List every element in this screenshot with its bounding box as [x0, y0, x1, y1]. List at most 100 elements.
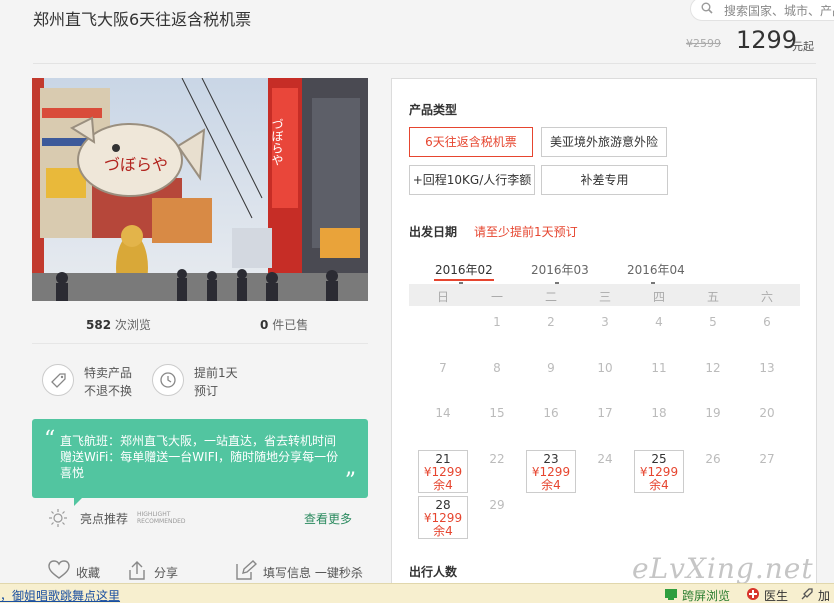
views-label: 次浏览 [114, 318, 151, 332]
calendar-day: 15 [489, 406, 505, 420]
svg-text:づぼらや: づぼらや [270, 118, 284, 166]
search-icon [701, 2, 713, 14]
weekday-label: 四 [652, 290, 665, 304]
month-tab-apr[interactable]: 2016年04 [627, 261, 685, 278]
product-photo: づぼらや づぼらや [32, 78, 368, 301]
quick-order-action[interactable]: 填写信息 一键秒杀 [235, 560, 375, 582]
booking-panel: 产品类型 6天往返含税机票 美亚境外旅游意外险 +回程10KG/人行李额 补差专… [391, 78, 817, 598]
calendar-day: 27 [759, 452, 775, 466]
product-stats: 582 次浏览 0 件已售 [32, 310, 368, 340]
accelerate-button[interactable]: 加 [800, 586, 834, 603]
sold-count: 0 [260, 318, 269, 332]
type-option-supplement[interactable]: 补差专用 [541, 165, 668, 195]
calendar-day: 16 [543, 406, 559, 420]
cross-screen-label: 跨屏浏览 [682, 589, 731, 603]
calendar-day: 18 [651, 406, 667, 420]
calendar-day: 24 [597, 452, 613, 466]
product-type-title: 产品类型 [409, 103, 458, 117]
share-action[interactable]: 分享 [126, 560, 206, 582]
calendar-day: 12 [705, 361, 721, 375]
intro-quote-box: “ 直飞航班：郑州直飞大阪，一站直达，省去转机时间 赠送WiFi：每单赠送一台W… [32, 419, 368, 498]
search-placeholder: 搜索国家、城市、产品 [724, 4, 834, 18]
calendar-day: 8 [493, 361, 501, 375]
edit-icon [236, 560, 257, 580]
calendar-day: 4 [655, 315, 663, 329]
views-count: 582 [86, 318, 112, 332]
svg-text:づぼらや: づぼらや [104, 155, 168, 174]
current-price: 1299 [736, 26, 798, 54]
highlight-row: 亮点推荐 HIGHLIGHT RECOMMENDED 查看更多 [48, 506, 368, 528]
cross-screen-button[interactable]: 跨屏浏览 [664, 586, 738, 603]
weekday-label: 六 [760, 290, 773, 304]
feature-line2: 预订 [194, 384, 219, 398]
feature-advance-booking: 提前1天 预订 [152, 362, 262, 398]
calendar-day: 6 [763, 315, 771, 329]
booking-notice: 请至少提前1天预订 [474, 225, 578, 239]
share-icon [129, 561, 145, 580]
type-option-luggage[interactable]: +回程10KG/人行李额 [409, 165, 535, 195]
calendar-available-day[interactable]: 21 ¥1299 余4 [418, 450, 468, 493]
calendar-day: 22 [489, 452, 505, 466]
feature-line1: 特卖产品 [84, 366, 133, 380]
calendar-day: 1 [493, 315, 501, 329]
medical-cross-icon [747, 588, 759, 600]
tag-icon [42, 364, 74, 396]
sold-label: 件已售 [272, 318, 309, 332]
active-month-underline [434, 279, 494, 281]
sun-icon [49, 509, 67, 527]
calendar-day: 17 [597, 406, 613, 420]
doctor-label: 医生 [764, 589, 789, 603]
header-divider [33, 63, 816, 64]
favorite-label: 收藏 [76, 566, 101, 580]
weekday-header: 日 一 二 三 四 五 六 [409, 284, 800, 306]
weekday-label: 五 [706, 290, 719, 304]
highlight-title: 亮点推荐 [80, 512, 129, 526]
status-ad-link[interactable]: ，御姐唱歌跳舞点这里 [0, 587, 120, 603]
calendar-day: 19 [705, 406, 721, 420]
weekday-label: 三 [598, 290, 611, 304]
month-tab-feb[interactable]: 2016年02 [435, 261, 493, 278]
browser-status-bar: ，御姐唱歌跳舞点这里 跨屏浏览 医生 加 [0, 583, 834, 603]
calendar-day: 26 [705, 452, 721, 466]
calendar-available-day[interactable]: 23 ¥1299 余4 [526, 450, 576, 493]
site-watermark: eLvXing.net [632, 552, 814, 585]
calendar-available-day[interactable]: 28 ¥1299 余4 [418, 496, 468, 539]
type-option-round-trip[interactable]: 6天往返含税机票 [409, 127, 533, 157]
stats-divider [32, 343, 368, 344]
calendar-day: 20 [759, 406, 775, 420]
accelerate-label: 加 [818, 589, 831, 603]
favorite-action[interactable]: 收藏 [48, 560, 128, 582]
month-tab-mar[interactable]: 2016年03 [531, 261, 589, 278]
rocket-icon [801, 588, 813, 600]
type-option-insurance[interactable]: 美亚境外旅游意外险 [541, 127, 667, 157]
available-day-remaining: 余4 [433, 524, 453, 538]
close-quote-mark: ” [344, 469, 356, 494]
search-box[interactable]: 搜索国家、城市、产品 [690, 0, 834, 21]
calendar-day: 13 [759, 361, 775, 375]
doctor-button[interactable]: 医生 [746, 586, 792, 603]
quick-order-label: 填写信息 一键秒杀 [263, 566, 363, 580]
clock-icon [152, 364, 184, 396]
calendar-available-day[interactable]: 25 ¥1299 余4 [634, 450, 684, 493]
feature-special-sale: 特卖产品 不退不换 [42, 362, 152, 398]
calendar-day: 9 [547, 361, 555, 375]
cross-screen-icon [665, 589, 677, 600]
calendar-day: 29 [489, 498, 505, 512]
weekday-label: 日 [436, 290, 449, 304]
sold-stat: 0 件已售 [260, 316, 308, 333]
weekday-label: 二 [544, 290, 557, 304]
calendar-day: 7 [439, 361, 447, 375]
available-day-remaining: 余4 [649, 478, 669, 492]
page-title: 郑州直飞大阪6天往返含税机票 [33, 10, 252, 29]
highlight-subtitle: HIGHLIGHT RECOMMENDED [137, 511, 186, 525]
original-price: ¥2599 [686, 37, 721, 50]
heart-icon [48, 560, 70, 579]
calendar-day: 11 [651, 361, 667, 375]
weekday-label: 一 [490, 290, 503, 304]
calendar-day: 10 [597, 361, 613, 375]
available-day-remaining: 余4 [433, 478, 453, 492]
price-unit: 元起 [792, 40, 814, 53]
see-more-link[interactable]: 查看更多 [304, 510, 352, 527]
views-stat: 582 次浏览 [86, 316, 151, 333]
calendar-day: 2 [547, 315, 555, 329]
